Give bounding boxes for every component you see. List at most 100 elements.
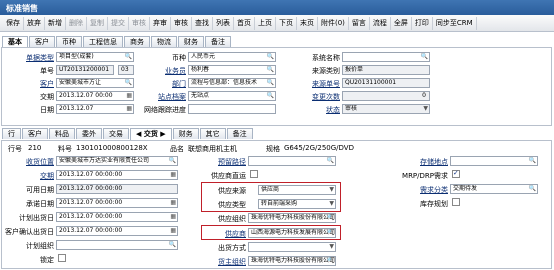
lookup-icon[interactable]: 🔍 [125,53,132,61]
toolbar-button[interactable]: 放弃 [24,16,45,30]
line-tab[interactable]: 其它 [199,128,226,139]
station-field[interactable]: 无站点 🔍 [188,91,276,101]
line-tab[interactable]: 委外 [76,128,102,139]
lookup-icon[interactable]: 🔍 [169,157,176,165]
toolbar-button[interactable]: 上页 [255,16,276,30]
doc-type-field[interactable]: 项目型(成套) 🔍 [56,52,134,62]
change-field[interactable]: 0 [342,91,430,101]
tab[interactable]: 币种 [56,36,82,47]
lookup-icon[interactable]: 🔍 [267,66,274,74]
toolbar-button[interactable]: 复制 [87,16,108,30]
lookup-icon[interactable]: 🔍 [169,241,176,249]
line-tab[interactable]: ◀ 交货 ▶ [130,128,172,140]
lookup-icon[interactable]: 🔍 [267,53,274,61]
toolbar-button[interactable]: 全屏 [391,16,412,30]
lookup-icon[interactable]: 🔍 [125,79,132,87]
ship-method-select[interactable]: ▼ [248,242,336,252]
tab[interactable]: 财务 [178,36,204,47]
toolbar-button[interactable]: 同步至CRM [433,16,477,30]
source-type-field[interactable]: 报价单 [342,65,430,75]
tab[interactable]: 备注 [205,36,231,47]
tab[interactable]: 物流 [151,36,177,47]
toolbar-button[interactable]: 列表 [213,16,234,30]
tab[interactable]: 商务 [124,36,150,47]
number-seq-field[interactable]: 03 [118,65,134,75]
lookup-icon[interactable]: 🔍 [529,157,536,165]
day-label: 日期 [40,106,54,114]
track-label: 网络跟踪进度 [144,106,186,114]
supply-org-field[interactable]: 珠海优特电力科技股份有限公司 🔍 [248,213,336,223]
chevron-down-icon[interactable]: ▼ [329,243,334,251]
lock-checkbox[interactable] [58,254,66,262]
toolbar-button[interactable]: 删除 [66,16,87,30]
stock-checkbox[interactable] [452,198,460,206]
toolbar-button[interactable]: 保存 [3,16,24,30]
toolbar-button[interactable]: 留言 [349,16,370,30]
toolbar-button[interactable]: 弃审 [150,16,171,30]
delivery-field[interactable]: 2013.12.07 00:00:00 ▦ [56,170,178,180]
lookup-icon[interactable]: 🔍 [421,53,428,61]
highlight-box [201,182,341,212]
plan-org-field[interactable]: 🔍 [56,240,178,250]
toolbar-button[interactable]: 审核 [129,16,150,30]
promise-field[interactable]: 2013.12.07 00:00:00 ▦ [56,198,178,208]
lookup-icon[interactable]: 🔍 [529,185,536,193]
toolbar-button[interactable]: 下页 [276,16,297,30]
track-field[interactable] [188,104,276,114]
row-label: 行号 [8,145,22,153]
system-field[interactable]: 🔍 [342,52,430,62]
toolbar-button[interactable]: 首页 [234,16,255,30]
line-tab[interactable]: 料品 [49,128,75,139]
calendar-icon[interactable]: ▦ [170,171,176,179]
toolbar-button[interactable]: 流程 [370,16,391,30]
calendar-icon[interactable]: ▦ [170,199,176,207]
toolbar-button[interactable]: 末页 [297,16,318,30]
calendar-icon[interactable]: ▦ [126,92,132,100]
toolbar-button[interactable]: 打印 [412,16,433,30]
number-label: 单号 [40,67,54,75]
promise-label: 承诺日期 [26,200,54,208]
line-tab[interactable]: 行 [2,128,21,139]
toolbar-button[interactable]: 附件(0) [318,16,349,30]
receiver-field[interactable]: 安徽美城市万达实业有限责任公司 🔍 [56,156,178,166]
tab[interactable]: 客户 [29,36,55,47]
tab[interactable]: 工程信息 [83,36,123,47]
currency-field[interactable]: 人民币元 🔍 [188,52,276,62]
trace-field[interactable]: 🔍 [248,156,336,166]
chevron-down-icon[interactable]: ▼ [423,105,428,113]
storage-label: 存储地点 [420,158,448,166]
lookup-icon[interactable]: 🔍 [267,92,274,100]
item-value: 130101000800128X [76,144,148,152]
status-field[interactable]: 审核 ▼ [342,104,430,114]
source-no-field[interactable]: QU20131100001 [342,78,430,88]
line-tab[interactable]: 交易 [103,128,129,139]
lookup-icon[interactable]: 🔍 [327,214,334,222]
cust-date-field[interactable]: 2013.12.07 00:00:00 ▦ [56,226,178,236]
mrp-checkbox[interactable] [452,169,460,178]
supplier-direct-checkbox[interactable] [250,170,258,178]
line-tab[interactable]: 备注 [226,128,253,139]
lookup-icon[interactable]: 🔍 [327,257,334,265]
date-field[interactable]: 2013.12.07 00:00 ▦ [56,91,134,101]
toolbar-button[interactable]: 查找 [192,16,213,30]
toolbar-button[interactable]: 提交 [108,16,129,30]
calendar-icon[interactable]: ▦ [170,227,176,235]
customer-field[interactable]: 安徽美城市方让 🔍 [56,78,134,88]
cargo-org-field[interactable]: 珠海优特电力科技股份有限公司 🔍 [248,256,336,266]
number-field[interactable]: UT20131200001 [56,65,114,75]
salesman-field[interactable]: 杨利春 🔍 [188,65,276,75]
dept-field[interactable]: 流程与信息部：信息技术 🔍 [188,78,276,88]
line-tab[interactable]: 财务 [172,128,199,139]
day-field[interactable]: 2013.12.07 ▦ [56,104,134,114]
toolbar-button[interactable]: 审核 [171,16,192,30]
storage-field[interactable]: 🔍 [450,156,538,166]
demand-field[interactable]: 交期待发 🔍 [450,184,538,194]
avail-field[interactable]: 2013.12.07 00:00:00 [56,184,178,194]
line-tab[interactable]: 客户 [22,128,48,139]
lookup-icon[interactable]: 🔍 [267,79,274,87]
lookup-icon[interactable]: 🔍 [327,157,334,165]
toolbar-button[interactable]: 新增 [45,16,66,30]
supply-org-label: 供应组织 [218,215,246,223]
plan-field[interactable]: 2013.12.07 00:00:00 ▦ [56,212,178,222]
calendar-icon[interactable]: ▦ [170,213,176,221]
